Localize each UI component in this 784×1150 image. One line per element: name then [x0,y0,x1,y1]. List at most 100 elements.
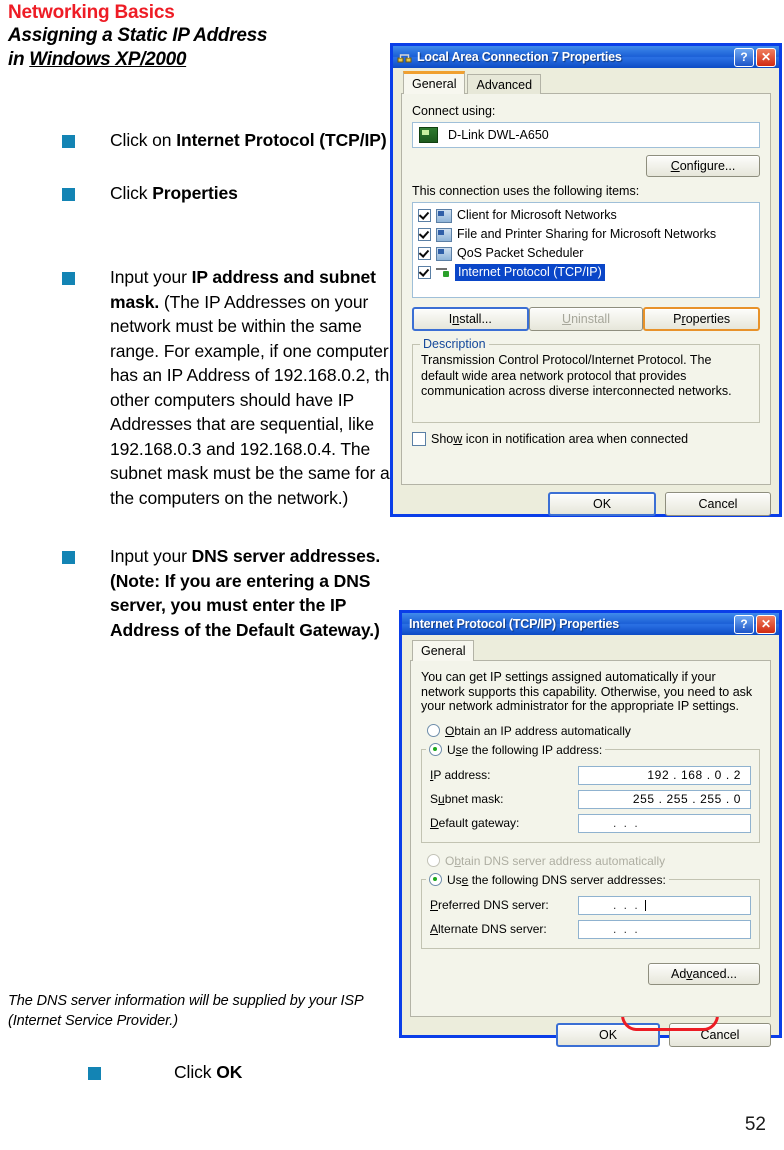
checkbox-icon[interactable] [418,209,431,222]
internet-protocol-properties-dialog: Internet Protocol (TCP/IP) Properties ? … [399,610,782,1047]
intro-text: You can get IP settings assigned automat… [421,670,753,713]
subnet-mask-input[interactable]: 255 . 255 . 255 . 0 [578,789,751,809]
radio-icon [427,854,440,867]
tab-general[interactable]: General [403,71,466,94]
show-icon-row[interactable]: Show icon in notification area when conn… [412,432,760,446]
cancel-button[interactable]: Cancel [665,492,771,516]
advanced-button[interactable]: Advanced... [648,962,760,985]
use-following-dns-title: Use the following DNS server addresses: [426,872,669,887]
default-gateway-row: Default gateway: . . . [430,813,751,833]
dialog2-title-bar[interactable]: Internet Protocol (TCP/IP) Properties ? … [402,613,779,635]
alternate-dns-input[interactable]: . . . [578,919,751,939]
isp-note: The DNS server information will be suppl… [8,993,364,1029]
uninstall-button: Uninstall [528,307,644,331]
local-area-connection-properties-dialog: Local Area Connection 7 Properties ? ✕ G… [390,43,782,517]
bullet-square-icon [62,187,75,201]
step-1: Click on Internet Protocol (TCP/IP) [62,128,402,153]
radio-icon[interactable] [429,743,442,756]
ok-button[interactable]: OK [548,492,656,516]
heading-prefix: in [8,49,30,70]
dialog2-footer: OK Cancel [402,1017,779,1053]
step-5-bold: OK [216,1062,243,1082]
items-label: This connection uses the following items… [412,184,760,198]
preferred-dns-label: Preferred DNS server: [430,898,549,912]
dialog1-title-text: Local Area Connection 7 Properties [417,50,622,64]
checkbox-icon[interactable] [418,247,431,260]
checkbox-icon[interactable] [418,228,431,241]
obtain-ip-automatically-label: Obtain an IP address automatically [445,723,631,738]
use-following-dns-radio[interactable]: Use the following DNS server addresses: [429,873,666,887]
use-following-dns-label: Use the following DNS server addresses: [447,872,666,887]
step-3-lead: Input your [110,267,192,287]
computer-icon [436,227,452,242]
radio-icon[interactable] [427,724,440,737]
bullet-square-icon [62,551,75,564]
ip-address-input[interactable]: 192 . 168 . 0 . 2 [578,765,751,785]
description-text: Transmission Control Protocol/Internet P… [421,353,732,398]
dialog2-title-text: Internet Protocol (TCP/IP) Properties [409,617,619,631]
obtain-ip-automatically-radio[interactable]: Obtain an IP address automatically [427,724,760,738]
step-3: Input your IP address and subnet mask. (… [62,265,402,510]
adapter-field[interactable]: D-Link DWL-A650 [412,122,760,148]
step-2-lead: Click [110,182,153,203]
dialog1-footer: OK Cancel [393,485,779,522]
tab-general[interactable]: General [412,640,475,661]
step-1-lead: Click on [110,130,177,150]
ip-address-row: IP address: 192 . 168 . 0 . 2 [430,765,751,785]
description-title: Description [420,337,489,351]
step-4-lead: Input your [110,546,192,566]
help-icon[interactable]: ? [734,47,754,67]
close-icon[interactable]: ✕ [756,47,776,67]
configure-button[interactable]: Configure... [646,155,760,177]
default-gateway-input[interactable]: . . . [578,813,751,833]
instruction-steps: Click on Internet Protocol (TCP/IP) Clic… [62,128,402,642]
dialog2-body: General You can get IP settings assigned… [402,635,779,1017]
list-item[interactable]: File and Printer Sharing for Microsoft N… [415,225,757,244]
help-icon[interactable]: ? [734,614,754,634]
checkbox-icon[interactable] [412,432,426,446]
network-components-list[interactable]: Client for Microsoft Networks File and P… [412,202,760,298]
step-1-bold: Internet Protocol (TCP/IP) [176,130,387,150]
tab-advanced[interactable]: Advanced [467,74,542,94]
computer-icon [436,208,452,223]
properties-button[interactable]: Properties [643,307,761,331]
connect-using-label: Connect using: [412,104,496,118]
radio-icon[interactable] [429,873,442,886]
uninstall-button-label: Uninstall [562,312,610,326]
dialog1-title-bar[interactable]: Local Area Connection 7 Properties ? ✕ [393,46,779,68]
page-number: 52 [744,1114,766,1135]
items-label-text: This connection uses the following items… [412,184,640,198]
install-button[interactable]: Install... [412,307,529,331]
subnet-mask-row: Subnet mask: 255 . 255 . 255 . 0 [430,789,751,809]
protocol-icon [436,267,450,279]
network-connection-icon [397,50,412,65]
dialog2-general-panel: You can get IP settings assigned automat… [410,660,771,1017]
step-4: Input your DNS server addresses. (Note: … [62,544,402,642]
manual-dns-group: Use the following DNS server addresses: … [421,872,760,949]
install-button-label: Install... [448,312,492,326]
step-5: Click OK [88,1060,242,1084]
cancel-button[interactable]: Cancel [669,1023,771,1047]
ok-button[interactable]: OK [556,1023,660,1047]
properties-button-label: Properties [673,312,731,326]
use-following-ip-radio[interactable]: Use the following IP address: [429,743,602,757]
step-2-text: Click Properties [110,181,402,206]
heading-networking-basics: Networking Basics [8,2,175,23]
configure-button-label: Configure... [670,159,736,173]
preferred-dns-input[interactable]: . . . [578,895,751,915]
close-icon[interactable]: ✕ [756,614,776,634]
step-2-bold: Properties [152,182,238,203]
list-item-selected[interactable]: Internet Protocol (TCP/IP) [415,263,757,282]
heading-subtitle-line1: Assigning a Static IP Address [8,25,268,46]
step-5-lead: Click [174,1062,217,1082]
advanced-button-label: Advanced... [670,966,738,981]
list-item[interactable]: Client for Microsoft Networks [415,206,757,225]
alternate-dns-label: Alternate DNS server: [430,922,547,936]
step-2: Click Properties [62,181,402,206]
page-title: Networking Basics Assigning a Static IP … [8,2,388,72]
list-item[interactable]: QoS Packet Scheduler [415,244,757,263]
show-icon-label: Show icon in notification area when conn… [431,432,689,446]
checkbox-icon[interactable] [418,266,431,279]
subnet-mask-label: Subnet mask: [430,792,504,806]
list-item-label: Internet Protocol (TCP/IP) [455,264,605,281]
